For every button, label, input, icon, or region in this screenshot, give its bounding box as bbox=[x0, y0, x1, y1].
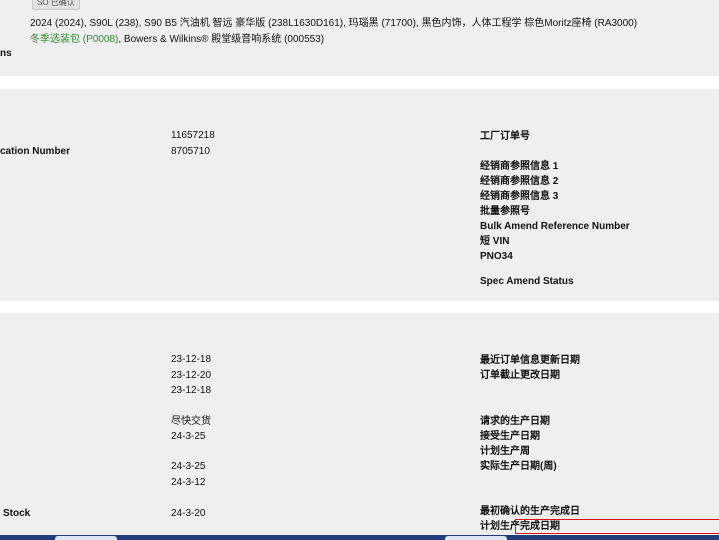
initial-confirmed-completion-label: 最初确认的生产完成日 bbox=[480, 506, 580, 517]
taskbar bbox=[0, 535, 719, 540]
dealer-reference-1-label: 经销商参照信息 1 bbox=[480, 161, 559, 172]
highlight-box bbox=[515, 519, 719, 534]
date-value-2: 23-12-20 bbox=[171, 370, 212, 381]
options-line-2-rest: , Bowers & Wilkins® 殿堂级音响系统 (000553) bbox=[118, 34, 325, 45]
order-value-2: 8705710 bbox=[171, 146, 210, 157]
bulk-amend-reference-label: Bulk Amend Reference Number bbox=[480, 221, 630, 232]
dealer-reference-2-label: 经销商参照信息 2 bbox=[480, 176, 559, 187]
options-line-1: 2024 (2024), S90L (238), S90 B5 汽油机 智远 豪… bbox=[30, 18, 638, 29]
order-cutoff-date-label: 订单截止更改日期 bbox=[480, 370, 560, 381]
batch-reference-label: 批量参照号 bbox=[480, 206, 530, 217]
accepted-production-date-label: 接受生产日期 bbox=[480, 431, 540, 442]
pno34-label: PNO34 bbox=[480, 251, 513, 262]
order-info-panel: cation Number 11657218 8705710 工厂订单号 经销商… bbox=[0, 89, 719, 301]
stock-label: Stock bbox=[3, 508, 31, 519]
date-value-4: 尽快交货 bbox=[171, 416, 211, 427]
section-label-options: ns bbox=[0, 48, 12, 59]
winter-package-link[interactable]: 冬季选装包 (P0008) bbox=[30, 34, 118, 45]
planned-production-week-label: 计划生产周 bbox=[480, 446, 530, 457]
taskbar-button-1[interactable] bbox=[55, 536, 117, 540]
order-value-1: 11657218 bbox=[171, 130, 215, 141]
date-value-7: 24-3-12 bbox=[171, 477, 206, 488]
date-value-1: 23-12-18 bbox=[171, 354, 212, 365]
date-value-8: 24-3-20 bbox=[171, 508, 206, 519]
short-vin-label: 短 VIN bbox=[480, 236, 510, 247]
taskbar-button-2[interactable] bbox=[445, 536, 507, 540]
factory-order-number-label: 工厂订单号 bbox=[480, 131, 530, 142]
requested-production-date-label: 请求的生产日期 bbox=[480, 416, 550, 427]
dealer-reference-3-label: 经销商参照信息 3 bbox=[480, 191, 559, 202]
actual-production-date-label: 实际生产日期(周) bbox=[480, 461, 557, 472]
options-line-2: 冬季选装包 (P0008), Bowers & Wilkins® 殿堂级音响系统… bbox=[30, 34, 324, 46]
production-dates-panel: 23-12-18 23-12-20 23-12-18 尽快交货 24-3-25 … bbox=[0, 313, 719, 540]
date-value-5: 24-3-25 bbox=[171, 431, 206, 442]
options-panel: SO 已确认 2024 (2024), S90L (238), S90 B5 汽… bbox=[0, 0, 719, 76]
last-order-update-date-label: 最近订单信息更新日期 bbox=[480, 355, 580, 366]
spec-amend-status-label: Spec Amend Status bbox=[480, 276, 574, 287]
date-value-6: 24-3-25 bbox=[171, 461, 206, 472]
identification-number-label: cation Number bbox=[0, 146, 71, 157]
date-value-3: 23-12-18 bbox=[171, 385, 212, 396]
status-badge: SO 已确认 bbox=[32, 0, 80, 10]
